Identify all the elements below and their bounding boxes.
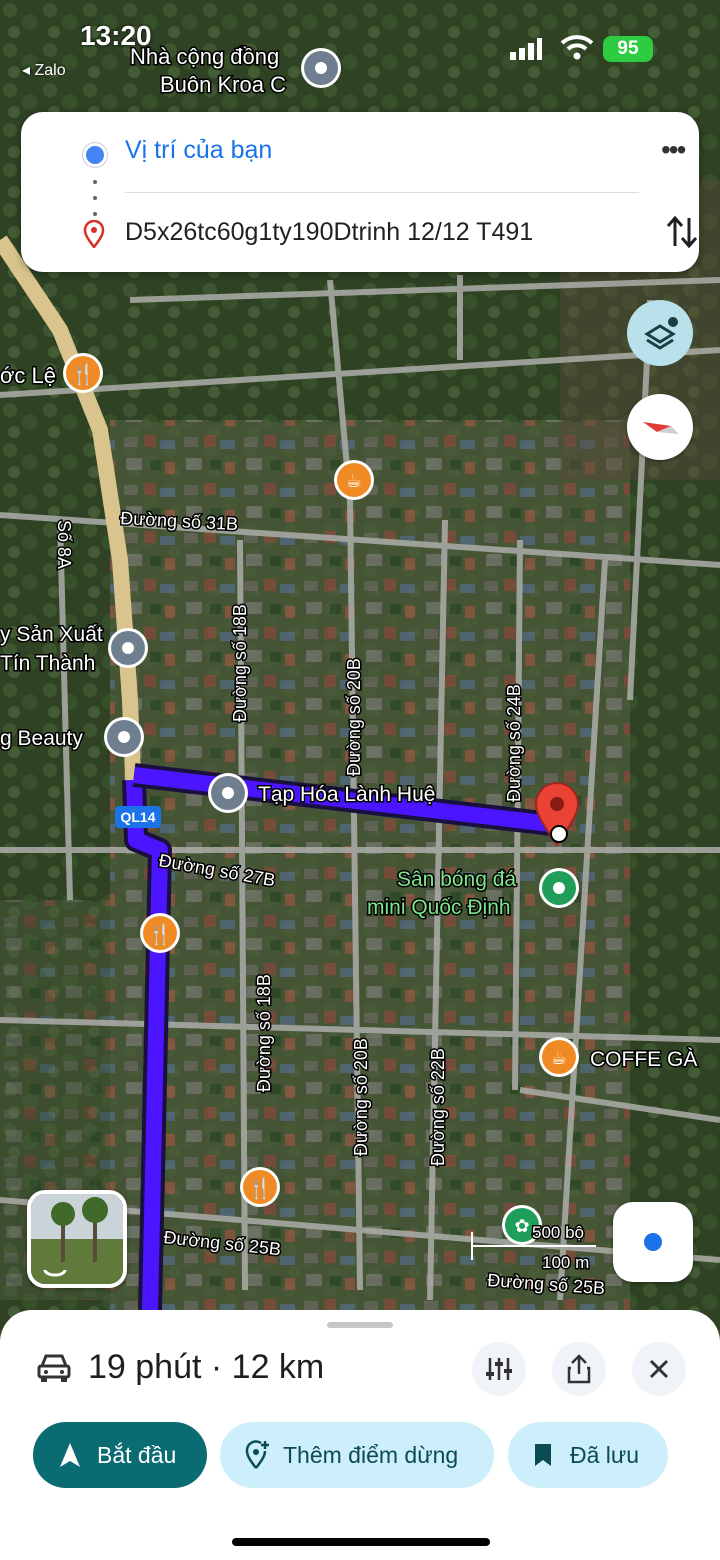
road-label-24b: Đường số 24B [504, 684, 524, 802]
battery-indicator: 95 [603, 36, 653, 62]
label-san-bong-2: mini Quốc Định [367, 896, 511, 919]
directions-sheet: 19 phút · 12 km Bắt đầu Thêm điểm dừng Đ… [0, 1310, 720, 1560]
back-to-zalo[interactable]: ◂ Zalo [22, 60, 66, 80]
svg-text:☕: ☕ [346, 471, 362, 492]
label-coffe: COFFE GÀ [590, 1048, 697, 1071]
saved-label: Đã lưu [570, 1442, 640, 1468]
trip-summary: 19 phút · 12 km [88, 1348, 325, 1386]
place-pin-beauty[interactable] [104, 717, 144, 757]
cafe-icon[interactable]: ☕ [539, 1037, 579, 1077]
wifi-icon [560, 35, 594, 60]
origin-dot-icon [83, 143, 107, 167]
road-label-18b-bottom: Đường số 18B [254, 974, 274, 1092]
road-label-18b-top: Đường số 18B [230, 604, 250, 722]
place-pin-tin-thanh[interactable] [108, 628, 148, 668]
home-indicator[interactable] [232, 1538, 490, 1546]
status-bar: 13:20 ◂ Zalo 95 [0, 0, 720, 110]
ql14-label: QL14 [120, 809, 155, 825]
svg-text:🍴: 🍴 [248, 1176, 273, 1200]
share-icon [567, 1354, 591, 1384]
road-label-8a: Số 8A [54, 520, 74, 569]
add-location-icon [245, 1440, 269, 1469]
ql14-shield: QL14 [115, 806, 161, 828]
street-view-thumbnail[interactable] [27, 1190, 127, 1288]
drag-handle[interactable] [327, 1322, 393, 1328]
clock: 13:20 [80, 20, 152, 51]
my-location-button[interactable] [613, 1202, 693, 1282]
route-card: Vị trí của bạn ••• D5x26tc60g1ty190Dtrin… [21, 112, 699, 272]
scale-metric: 100 m [542, 1253, 589, 1272]
options-button[interactable] [472, 1342, 526, 1396]
signal-icon [510, 38, 542, 60]
label-beauty: g Beauty [0, 727, 83, 750]
restaurant-icon[interactable]: 🍴 [240, 1167, 280, 1207]
svg-text:✿: ✿ [514, 1216, 529, 1237]
road-label-22b: Đường số 22B [428, 1048, 448, 1166]
road-label-20b-top: Đường số 20B [344, 658, 364, 776]
tune-icon [486, 1358, 512, 1380]
restaurant-icon[interactable]: 🍴 [63, 353, 103, 393]
share-button[interactable] [552, 1342, 606, 1396]
label-tin-thanh: Tín Thành [0, 652, 95, 675]
my-location-icon [644, 1233, 662, 1251]
compass-button[interactable] [627, 394, 693, 460]
close-icon [649, 1359, 669, 1379]
label-tap-hoa: Tạp Hóa Lành Huệ [258, 783, 435, 806]
layers-button[interactable] [627, 300, 693, 366]
add-stop-button[interactable]: Thêm điểm dừng [220, 1422, 494, 1488]
place-pin-san-bong[interactable] [539, 868, 579, 908]
restaurant-icon[interactable]: 🍴 [140, 913, 180, 953]
start-button[interactable]: Bắt đầu [33, 1422, 207, 1488]
label-san-xuat: y Sản Xuất [0, 623, 103, 646]
scale-imperial: 500 bộ [532, 1223, 584, 1242]
svg-text:🍴: 🍴 [71, 362, 96, 386]
label-san-bong-1: Sân bóng đá [397, 868, 516, 891]
origin-field[interactable]: Vị trí của bạn [125, 136, 272, 165]
saved-button[interactable]: Đã lưu [508, 1422, 668, 1488]
more-vert-icon[interactable]: ••• [661, 134, 686, 166]
destination-field[interactable]: D5x26tc60g1ty190Dtrinh 12/12 T491 [125, 218, 533, 247]
navigation-arrow-icon [60, 1443, 80, 1467]
add-stop-label: Thêm điểm dừng [283, 1442, 459, 1468]
svg-text:☕: ☕ [551, 1048, 567, 1069]
compass-icon [643, 422, 679, 434]
label-oc-le: ớc Lệ [0, 363, 56, 388]
connector-dots [93, 180, 97, 216]
place-pin-tap-hoa[interactable] [208, 773, 248, 813]
close-button[interactable] [632, 1342, 686, 1396]
layers-icon [644, 317, 678, 350]
swap-icon[interactable] [665, 214, 699, 250]
start-label: Bắt đầu [97, 1442, 177, 1468]
svg-text:🍴: 🍴 [148, 922, 173, 946]
cafe-icon[interactable]: ☕ [334, 460, 374, 500]
car-icon [37, 1354, 71, 1382]
road-label-20b-bottom: Đường số 20B [351, 1038, 371, 1156]
destination-marker-icon [83, 220, 105, 248]
divider [125, 192, 639, 193]
street-view-image [31, 1194, 123, 1284]
bookmark-icon [535, 1444, 551, 1466]
